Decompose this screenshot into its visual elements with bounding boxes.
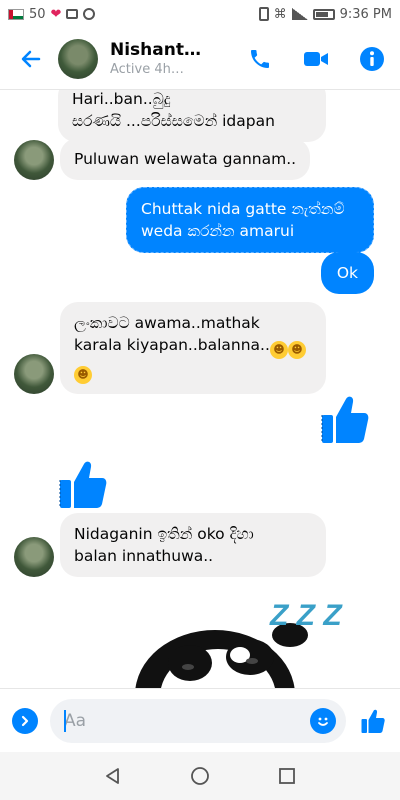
thumbs-up-icon bbox=[361, 709, 385, 733]
contact-title[interactable]: Nishant… Active 4h… bbox=[110, 40, 246, 77]
thumbs-up-icon bbox=[321, 396, 369, 443]
status-left: 50 ❤ bbox=[8, 6, 96, 22]
triangle-back-icon bbox=[106, 768, 120, 784]
sleeping-panda-sticker[interactable]: Z Z Z bbox=[130, 585, 360, 688]
info-icon bbox=[360, 46, 384, 71]
back-button[interactable] bbox=[14, 42, 48, 76]
message-like-incoming[interactable] bbox=[58, 458, 108, 514]
voice-call-button[interactable] bbox=[246, 45, 274, 73]
message-bubble-incoming[interactable]: Nidaganin ඉතින් oko දිහා balan innathuwa… bbox=[60, 513, 326, 577]
message-row-outgoing: Chuttak nida gatte නැත්නම් weda කරන්න am… bbox=[126, 187, 374, 253]
chat-header: Nishant… Active 4h… bbox=[0, 28, 400, 90]
message-text: weda කරන්න amarui bbox=[141, 222, 295, 240]
message-list[interactable]: Hari..ban..බුදු සරණයි ...පරිස්සමෙන් idap… bbox=[0, 90, 400, 688]
rofl-emoji-icon: ☻ bbox=[269, 341, 288, 359]
header-actions bbox=[246, 45, 386, 73]
emoji-button[interactable] bbox=[310, 707, 336, 734]
nav-home-button[interactable] bbox=[185, 761, 215, 791]
message-bubble-incoming[interactable]: ලංකාවට awama..mathak karala kiyapan..bal… bbox=[60, 302, 326, 394]
messenger-notification-icon bbox=[83, 8, 96, 20]
nav-back-button[interactable] bbox=[98, 761, 128, 791]
smiley-icon bbox=[318, 717, 328, 726]
wifi-icon: ⌘ bbox=[273, 6, 287, 22]
message-row-outgoing: Ok bbox=[320, 252, 374, 294]
thumbs-up-icon bbox=[59, 461, 107, 508]
message-row-incoming: Nidaganin ඉතින් oko දිහා balan innathuwa… bbox=[14, 513, 326, 577]
back-arrow-icon bbox=[21, 50, 41, 67]
battery-icon bbox=[312, 8, 335, 20]
composer bbox=[0, 688, 400, 752]
nav-recents-button[interactable] bbox=[272, 761, 302, 791]
rofl-emoji-icon: ☻ bbox=[287, 341, 306, 359]
sender-avatar[interactable] bbox=[14, 140, 54, 180]
info-button[interactable] bbox=[358, 45, 386, 73]
send-like-button[interactable] bbox=[358, 706, 388, 736]
contact-avatar[interactable] bbox=[58, 38, 98, 79]
sticker-zzz-text: Z Z Z bbox=[269, 599, 343, 632]
status-left-text: 50 bbox=[29, 6, 46, 22]
text-caret bbox=[64, 709, 66, 732]
message-text: Ok bbox=[336, 264, 358, 282]
square-recents-icon bbox=[278, 768, 295, 784]
message-bubble-incoming[interactable]: Hari..ban..බුදු සරණයි ...පරිස්සමෙන් idap… bbox=[58, 90, 326, 142]
circle-home-icon bbox=[191, 767, 209, 785]
system-nav-bar bbox=[0, 752, 400, 800]
chevron-right-icon bbox=[21, 715, 29, 726]
rofl-emoji-icon: ☻ bbox=[74, 366, 92, 384]
sleeping-panda-icon: Z Z Z bbox=[135, 599, 343, 688]
video-camera-icon bbox=[304, 51, 328, 66]
message-row-incoming: ලංකාවට awama..mathak karala kiyapan..bal… bbox=[14, 302, 326, 394]
heart-icon: ❤ bbox=[50, 6, 62, 22]
sender-avatar[interactable] bbox=[14, 537, 54, 577]
status-time: 9:36 PM bbox=[339, 6, 392, 22]
message-like-outgoing[interactable] bbox=[320, 393, 370, 449]
video-call-button[interactable] bbox=[302, 45, 330, 73]
contact-name: Nishant… bbox=[110, 40, 201, 60]
signal-icon bbox=[291, 8, 308, 20]
active-status: Active 4h… bbox=[110, 62, 184, 77]
message-row-incoming: Hari..ban..බුදු සරණයි ...පරිස්සමෙන් idap… bbox=[58, 90, 326, 142]
message-text: balan innathuwa.. bbox=[74, 547, 214, 565]
message-row-incoming: Puluwan welawata gannam.. bbox=[14, 138, 311, 180]
message-input-wrapper bbox=[50, 698, 346, 743]
sender-avatar[interactable] bbox=[14, 354, 54, 394]
message-text: සරණයි ...පරිස්සමෙන් idapan bbox=[72, 112, 275, 130]
message-text: Chuttak nida gatte නැත්නම් bbox=[141, 200, 345, 218]
flag-icon bbox=[8, 8, 24, 20]
vibrate-icon bbox=[258, 7, 269, 21]
message-bubble-incoming[interactable]: Puluwan welawata gannam.. bbox=[60, 138, 311, 180]
message-bubble-outgoing[interactable]: Chuttak nida gatte නැත්නම් weda කරන්න am… bbox=[126, 187, 374, 253]
message-text: Nidaganin ඉතින් oko දිහා bbox=[74, 525, 254, 543]
status-bar: 50 ❤ ⌘ 9:36 PM bbox=[0, 0, 400, 28]
message-text: karala kiyapan..balanna.. bbox=[74, 336, 270, 354]
message-bubble-outgoing[interactable]: Ok bbox=[320, 252, 374, 294]
status-right: ⌘ 9:36 PM bbox=[258, 6, 392, 22]
expand-actions-button[interactable] bbox=[12, 707, 38, 734]
message-text: ලංකාවට awama..mathak bbox=[74, 314, 260, 332]
message-text: Puluwan welawata gannam.. bbox=[74, 150, 297, 168]
phone-icon bbox=[251, 49, 269, 68]
camera-icon bbox=[66, 9, 79, 19]
message-text: Hari..ban..බුදු bbox=[72, 90, 171, 108]
message-input[interactable] bbox=[64, 710, 310, 731]
